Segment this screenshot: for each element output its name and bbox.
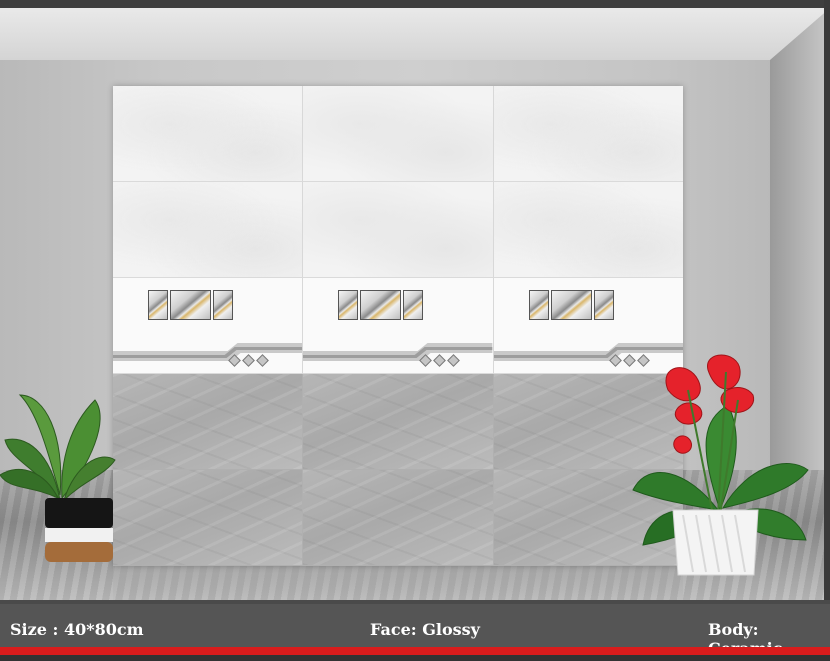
tile-row-light-2 — [113, 182, 683, 278]
decor-tile — [303, 278, 494, 374]
decor-tile — [113, 278, 304, 374]
accent-stripe — [0, 647, 830, 655]
tile-row-dark-2 — [113, 470, 683, 566]
dark-tile — [113, 470, 304, 566]
potted-monstera-plant — [0, 394, 116, 562]
face-spec: Face: Glossy — [370, 620, 480, 639]
dark-tile — [113, 374, 304, 470]
bottom-frame — [0, 655, 830, 661]
light-tile — [493, 86, 683, 182]
tile-row-decor — [113, 278, 683, 374]
anthurium-plant — [632, 354, 809, 576]
diamond-ornaments — [418, 354, 460, 367]
decor-artwork — [338, 290, 424, 320]
tile-row-light-1 — [113, 86, 683, 182]
light-tile — [303, 86, 494, 182]
light-tile — [303, 182, 494, 278]
decor-artwork — [148, 290, 233, 320]
light-tile — [113, 182, 304, 278]
ceiling — [0, 8, 830, 60]
floor-reflection — [113, 565, 683, 600]
light-tile — [493, 182, 683, 278]
top-frame — [0, 0, 830, 8]
diamond-ornaments — [228, 354, 270, 367]
decor-band — [303, 343, 493, 373]
tile-wall — [113, 86, 683, 566]
showroom-scene: Size : 40*80cm Face: Glossy Body: Cerami… — [0, 0, 830, 661]
size-spec: Size : 40*80cm — [10, 620, 144, 639]
decor-band — [113, 343, 303, 373]
tile-row-dark-1 — [113, 374, 683, 470]
dark-tile — [303, 470, 494, 566]
spec-bar: Size : 40*80cm Face: Glossy Body: Cerami… — [0, 604, 830, 658]
light-tile — [113, 86, 304, 182]
decor-artwork — [528, 290, 614, 320]
right-edge — [824, 0, 830, 600]
dark-tile — [303, 374, 494, 470]
